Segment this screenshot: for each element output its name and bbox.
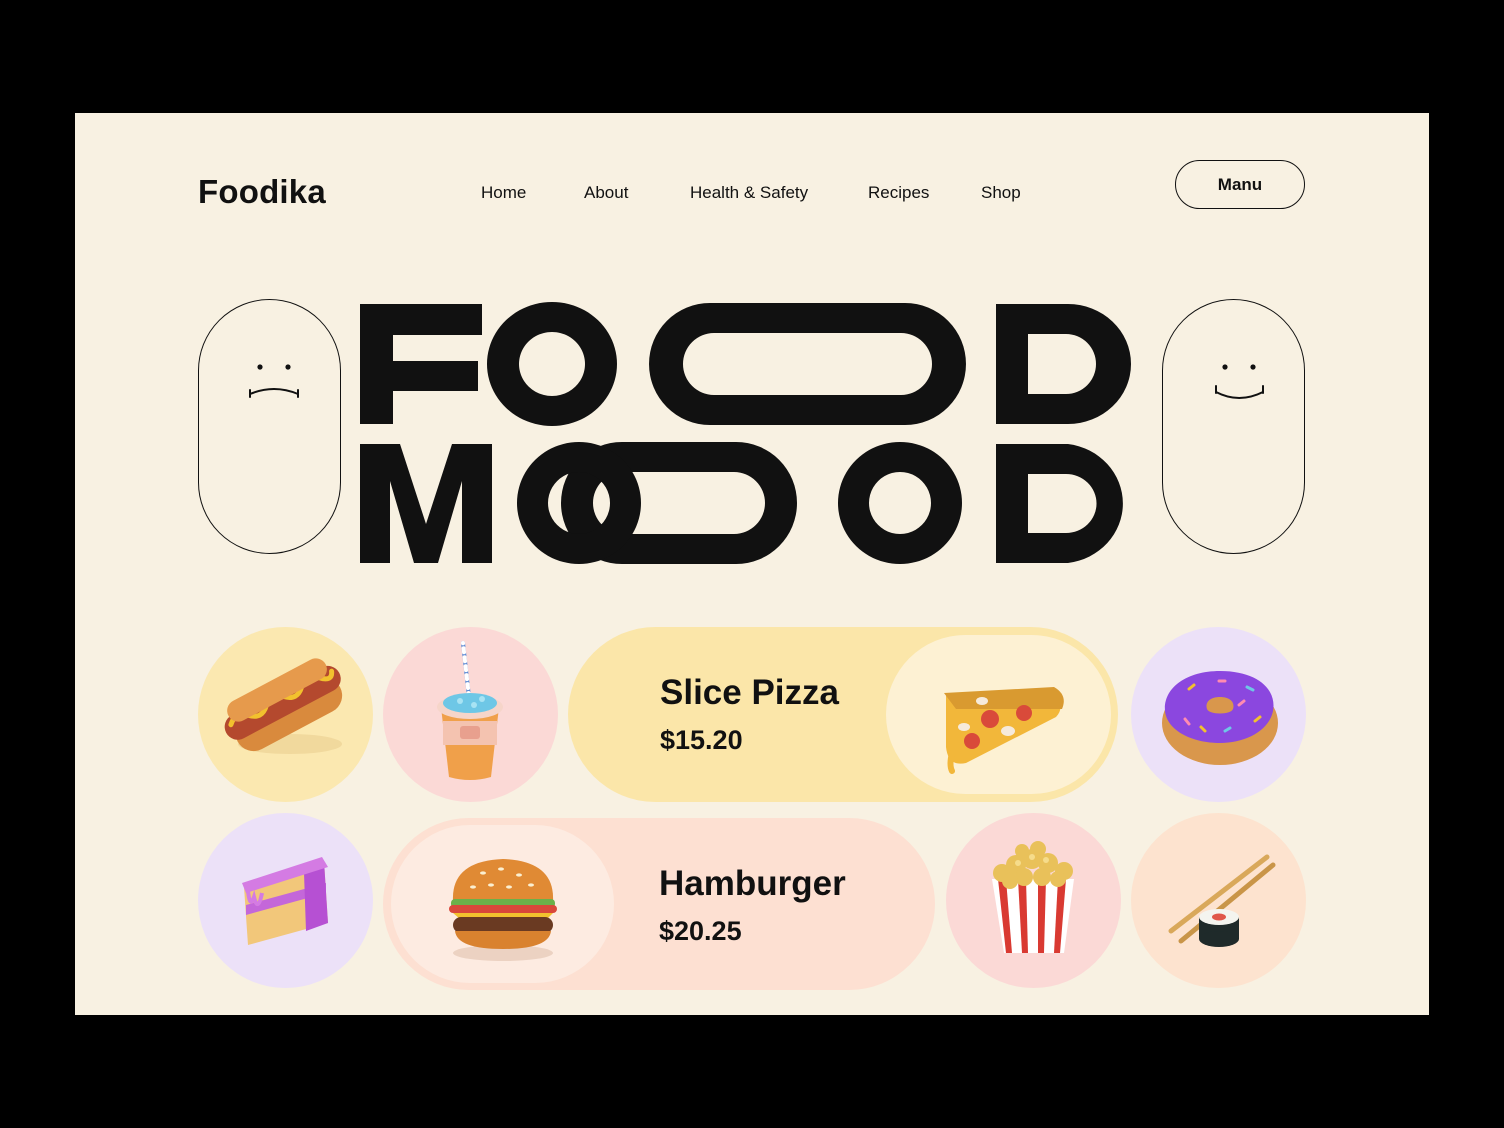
landing-page: Foodika Home About Health & Safety Recip… bbox=[75, 113, 1429, 1015]
hero-line-1 bbox=[360, 302, 1131, 426]
hamburger-icon bbox=[449, 859, 557, 961]
hot-dog-icon bbox=[224, 658, 343, 754]
hero-line-2 bbox=[360, 442, 1123, 564]
nav-about[interactable]: About bbox=[584, 183, 628, 203]
sushi-tile[interactable] bbox=[1131, 813, 1306, 988]
happy-face-icon bbox=[1162, 299, 1305, 554]
popcorn-icon bbox=[992, 841, 1074, 953]
pizza-image-holder bbox=[886, 635, 1111, 794]
brand-logo[interactable]: Foodika bbox=[198, 173, 326, 211]
pizza-slice-icon bbox=[944, 687, 1064, 774]
featured-item-hamburger[interactable]: Hamburger $20.25 bbox=[383, 818, 935, 990]
item-name: Hamburger bbox=[659, 864, 846, 903]
hero-title bbox=[360, 299, 1145, 569]
nav-recipes[interactable]: Recipes bbox=[868, 183, 929, 203]
popcorn-tile[interactable] bbox=[946, 813, 1121, 988]
donut-icon bbox=[1162, 671, 1278, 765]
drink-cup-icon bbox=[437, 641, 503, 780]
sushi-icon bbox=[1168, 854, 1276, 947]
cake-tile[interactable] bbox=[198, 813, 373, 988]
nav-health-safety[interactable]: Health & Safety bbox=[690, 183, 808, 203]
item-price: $15.20 bbox=[660, 725, 743, 755]
nav-shop[interactable]: Shop bbox=[981, 183, 1021, 203]
sad-face-icon bbox=[198, 299, 341, 554]
item-name: Slice Pizza bbox=[660, 673, 839, 712]
hamburger-image-holder bbox=[391, 825, 614, 983]
donut-tile[interactable] bbox=[1131, 627, 1306, 802]
cake-slice-icon bbox=[242, 857, 328, 945]
hot-dog-tile[interactable] bbox=[198, 627, 373, 802]
featured-item-pizza[interactable]: Slice Pizza $15.20 bbox=[568, 627, 1118, 802]
drink-tile[interactable] bbox=[383, 627, 558, 802]
item-price: $20.25 bbox=[659, 916, 742, 946]
nav-home[interactable]: Home bbox=[481, 183, 526, 203]
menu-button[interactable]: Manu bbox=[1175, 160, 1305, 209]
